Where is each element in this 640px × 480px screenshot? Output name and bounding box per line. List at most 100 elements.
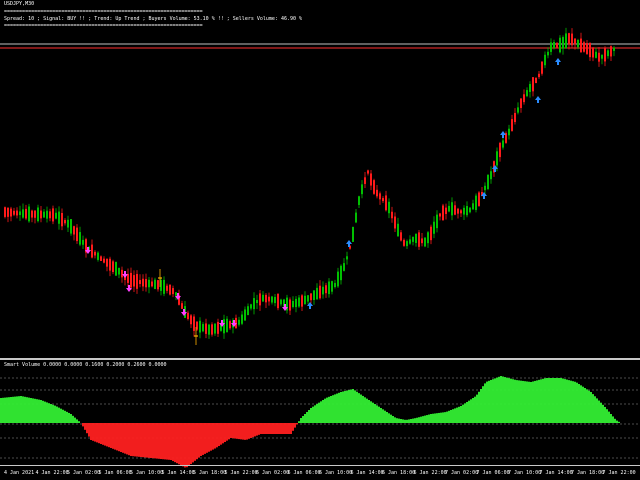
volume-histogram-bar [298, 421, 300, 423]
candle-body [130, 272, 132, 288]
volume-histogram-bar [428, 414, 430, 423]
candle-body [16, 210, 18, 216]
volume-histogram-bar [106, 423, 108, 447]
chart-window[interactable]: USDJPY,M30 =============================… [0, 0, 640, 480]
candle-body [103, 258, 105, 263]
candle-body [373, 180, 375, 194]
volume-histogram-bar [144, 423, 146, 458]
pane-divider[interactable] [0, 358, 640, 360]
candle-body [58, 211, 60, 224]
candle-body [502, 140, 504, 148]
buy-arrow-icon [555, 58, 561, 65]
candle-body [319, 285, 321, 299]
time-axis-label: 5 Jan 22:00 [224, 470, 258, 476]
candle-body [508, 128, 510, 136]
candle-body [484, 185, 486, 191]
volume-histogram-bar [540, 379, 542, 423]
volume-histogram-bar [452, 409, 454, 423]
time-axis-label: 6 Jan 22:00 [413, 470, 447, 476]
candle-body [97, 252, 99, 260]
volume-histogram-bar [150, 423, 152, 458]
volume-histogram-bar [354, 390, 356, 423]
candle-body [574, 38, 576, 45]
time-axis-label: 7 Jan 06:00 [476, 470, 510, 476]
volume-histogram-bar [318, 402, 320, 423]
volume-histogram-bar [532, 381, 534, 423]
volume-histogram-bar [438, 412, 440, 423]
volume-histogram-bar [600, 402, 602, 423]
volume-histogram-bar [234, 423, 236, 439]
time-axis: 4 Jan 2021 4 Jan 22:00 5 Jan 02:00 5 Jan 06… [0, 466, 640, 480]
volume-histogram-bar [338, 392, 340, 423]
candle-body [400, 232, 402, 241]
candle-body [76, 227, 78, 242]
volume-histogram-bar [118, 423, 120, 452]
candle-body [547, 51, 549, 56]
candle-body [403, 239, 405, 246]
candle-body [295, 298, 297, 308]
volume-histogram-bar [578, 384, 580, 423]
volume-histogram-bar [128, 423, 130, 456]
candle-body [451, 202, 453, 216]
candle-body [475, 195, 477, 210]
volume-histogram-bar [90, 423, 92, 440]
candle-body [10, 208, 12, 217]
volume-histogram-bar [498, 376, 500, 423]
volume-indicator-pane[interactable] [0, 361, 640, 480]
volume-histogram-bar [110, 423, 112, 448]
price-chart[interactable] [0, 0, 640, 360]
candle-body [553, 42, 555, 48]
volume-histogram-bar [18, 396, 20, 423]
candle-body [82, 239, 84, 245]
volume-histogram-bar [240, 423, 242, 440]
candle-body [331, 281, 333, 292]
volume-histogram-bar [254, 423, 256, 437]
volume-histogram-bar [54, 405, 56, 423]
volume-histogram-bar [546, 378, 548, 423]
candle-body [52, 208, 54, 222]
candle-body [589, 42, 591, 58]
volume-histogram-bar [574, 381, 576, 423]
volume-histogram-bar [66, 411, 68, 423]
volume-histogram-bar [6, 397, 8, 423]
volume-histogram-bar [308, 410, 310, 423]
candle-body [583, 42, 585, 52]
candle-body [568, 33, 570, 45]
candle-body [538, 73, 540, 78]
candle-body [580, 38, 582, 53]
volume-histogram-bar [484, 383, 486, 423]
candle-body [343, 263, 345, 271]
candle-body [181, 303, 183, 309]
candle-body [367, 170, 369, 174]
candle-body [364, 177, 366, 184]
candle-body [313, 290, 315, 300]
volume-histogram-bar [0, 398, 2, 423]
volume-histogram-bar [100, 423, 102, 444]
candle-body [340, 265, 342, 281]
volume-histogram-bar [562, 378, 564, 423]
candle-body [511, 119, 513, 131]
volume-histogram-bar [272, 423, 274, 434]
candle-body [613, 47, 615, 51]
candle-body [433, 221, 435, 234]
time-axis-label: 7 Jan 22:00 [602, 470, 636, 476]
candle-body [256, 299, 258, 304]
sell-arrow-icon [181, 309, 187, 316]
candle-body [31, 210, 33, 218]
candle-body [55, 212, 57, 219]
volume-histogram-bar [176, 423, 178, 464]
candle-body [259, 293, 261, 306]
volume-histogram-bar [22, 396, 24, 423]
volume-histogram-bar [336, 393, 338, 423]
candle-body [436, 214, 438, 229]
buy-arrow-icon [535, 96, 541, 103]
volume-histogram-bar [214, 423, 216, 449]
candle-body [460, 210, 462, 214]
candle-body [448, 205, 450, 212]
volume-histogram-bar [328, 396, 330, 423]
volume-histogram-bar [306, 412, 308, 423]
volume-histogram-bar [598, 400, 600, 423]
volume-histogram-bar [252, 423, 254, 438]
candle-body [316, 287, 318, 300]
candle-body [289, 299, 291, 311]
